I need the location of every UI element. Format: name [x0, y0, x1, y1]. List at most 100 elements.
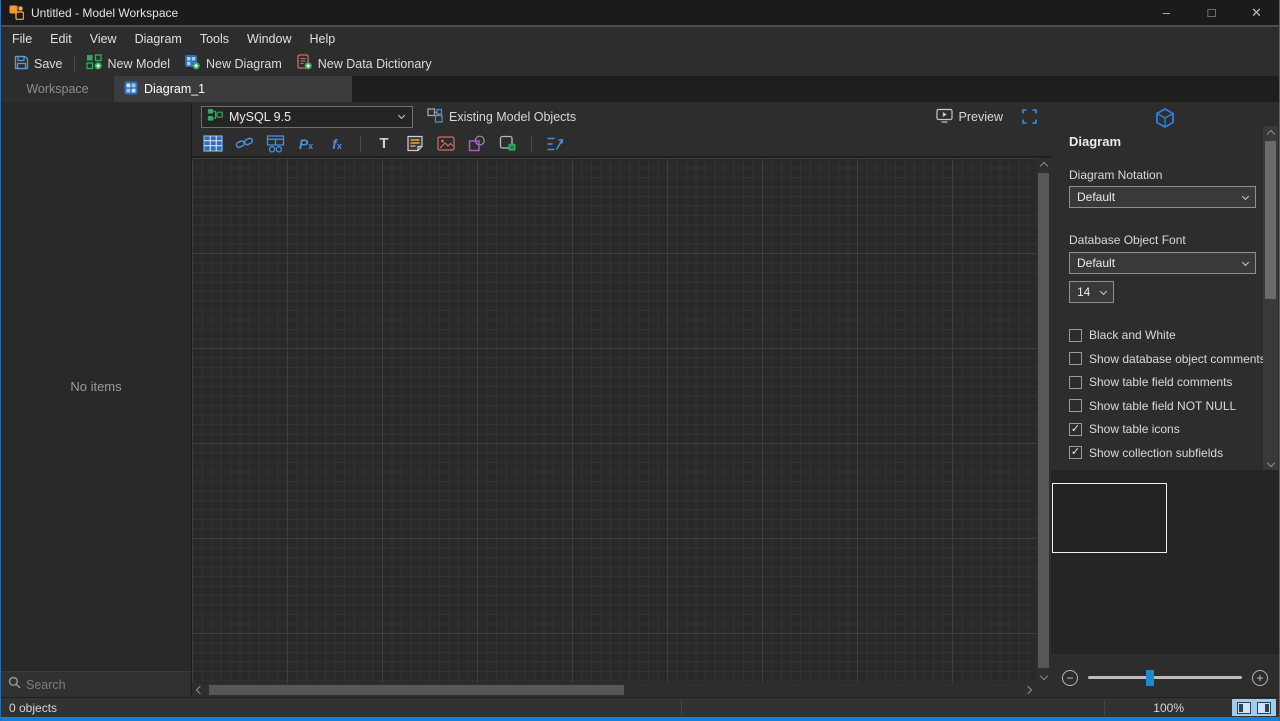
properties-panel: Diagram Diagram Notation Default Databas… — [1051, 102, 1279, 697]
menu-help[interactable]: Help — [300, 27, 344, 51]
diagram-notation-value: Default — [1077, 190, 1116, 204]
overview-minimap[interactable] — [1051, 470, 1279, 654]
diagram-canvas[interactable] — [192, 158, 1036, 683]
checkbox-box[interactable] — [1069, 375, 1082, 389]
preview-label: Preview — [958, 109, 1003, 124]
minimap-viewport[interactable] — [1052, 483, 1167, 553]
checkbox-black-and-white[interactable]: Black and White — [1069, 328, 1266, 342]
save-button[interactable]: Save — [7, 53, 70, 75]
vertical-scrollbar[interactable] — [1036, 158, 1051, 683]
chevron-down-icon — [1241, 192, 1250, 200]
font-size-select[interactable]: 14 — [1069, 281, 1114, 303]
menu-edit[interactable]: Edit — [41, 27, 81, 51]
menu-diagram[interactable]: Diagram — [126, 27, 191, 51]
object-font-select[interactable]: Default — [1069, 252, 1256, 274]
tab-diagram-1[interactable]: Diagram_1 — [114, 76, 352, 102]
status-bar: 0 objects 100% — [1, 697, 1279, 717]
model-type-icon — [207, 108, 223, 125]
new-table-tool-button[interactable] — [201, 133, 225, 155]
new-layer-tool-button[interactable] — [496, 133, 520, 155]
scroll-down-arrow[interactable] — [1037, 670, 1051, 683]
menu-tools[interactable]: Tools — [191, 27, 238, 51]
new-model-icon — [85, 54, 103, 73]
panel-scroll-down-arrow[interactable] — [1264, 457, 1278, 470]
title-bar: Untitled - Model Workspace – □ ✕ — [1, 0, 1279, 25]
checkbox-show-db-object-comments[interactable]: Show database object comments — [1069, 352, 1266, 366]
toolbar-separator — [73, 55, 75, 72]
main-area: No items MySQL 9.5 Existing Model Object… — [1, 102, 1279, 697]
new-note-tool-button[interactable] — [403, 133, 427, 155]
checkbox-show-table-icons[interactable]: Show table icons — [1069, 422, 1266, 436]
checkbox-box[interactable] — [1069, 399, 1082, 412]
fullscreen-button[interactable] — [1017, 106, 1041, 128]
zoom-slider-thumb[interactable] — [1145, 669, 1154, 686]
toggle-left-panel-button[interactable] — [1237, 701, 1251, 714]
panel-scrollbar[interactable] — [1263, 126, 1278, 470]
new-label-tool-button[interactable]: T — [372, 133, 396, 155]
checkbox-show-table-field-not-null[interactable]: Show table field NOT NULL — [1069, 399, 1266, 413]
menu-window[interactable]: Window — [238, 27, 300, 51]
new-image-tool-button[interactable] — [434, 133, 458, 155]
auto-layout-button[interactable] — [543, 133, 567, 155]
model-workspace-window: Untitled - Model Workspace – □ ✕ File Ed… — [0, 0, 1280, 721]
display-options-list: Black and White Show database object com… — [1069, 328, 1266, 460]
panel-toggle-group — [1232, 699, 1276, 716]
existing-model-objects-button[interactable]: Existing Model Objects — [427, 107, 576, 126]
procedure-icon: P — [298, 135, 309, 152]
new-view-tool-button[interactable] — [263, 133, 287, 155]
menu-file[interactable]: File — [3, 27, 41, 51]
new-model-button[interactable]: New Model — [79, 53, 178, 75]
scroll-up-arrow[interactable] — [1037, 158, 1051, 171]
new-procedure-tool-button[interactable]: Px — [294, 133, 318, 155]
horizontal-scrollbar[interactable] — [192, 683, 1036, 697]
existing-model-objects-icon — [427, 107, 443, 126]
zoom-in-button[interactable]: + — [1252, 669, 1268, 686]
scroll-left-arrow[interactable] — [192, 684, 206, 697]
minimize-button[interactable]: – — [1144, 0, 1189, 25]
new-function-tool-button[interactable]: fx — [325, 133, 349, 155]
preview-icon — [935, 108, 953, 126]
scroll-right-arrow[interactable] — [1022, 684, 1036, 697]
diagram-toolbar-top: MySQL 9.5 Existing Model Objects Preview — [192, 102, 1051, 131]
zoom-slider[interactable] — [1088, 669, 1242, 686]
font-size-value: 14 — [1077, 285, 1091, 299]
new-shape-tool-button[interactable] — [465, 133, 489, 155]
checkbox-box[interactable] — [1069, 352, 1082, 365]
toggle-right-panel-button[interactable] — [1257, 701, 1271, 714]
panel-scrollbar-thumb[interactable] — [1265, 141, 1276, 299]
close-button[interactable]: ✕ — [1234, 0, 1279, 25]
scrollbar-corner — [1036, 683, 1051, 697]
checkbox-box[interactable] — [1069, 446, 1082, 459]
window-title: Untitled - Model Workspace — [31, 5, 179, 20]
new-diagram-icon — [184, 54, 201, 73]
vertical-scrollbar-thumb[interactable] — [1038, 173, 1049, 668]
zoom-control: − + — [1051, 658, 1279, 697]
horizontal-scrollbar-thumb[interactable] — [209, 685, 624, 695]
database-version-value: MySQL 9.5 — [229, 109, 292, 124]
checkbox-show-table-field-comments[interactable]: Show table field comments — [1069, 375, 1266, 389]
search-box[interactable] — [1, 671, 191, 697]
database-version-select[interactable]: MySQL 9.5 — [201, 105, 413, 128]
diagram-notation-select[interactable]: Default — [1069, 186, 1256, 208]
tab-workspace[interactable]: Workspace — [1, 76, 114, 102]
new-data-dictionary-button[interactable]: New Data Dictionary — [289, 53, 439, 75]
maximize-button[interactable]: □ — [1189, 0, 1234, 25]
new-diagram-label: New Diagram — [206, 56, 282, 71]
new-foreign-key-tool-button[interactable] — [232, 133, 256, 155]
zoom-out-button[interactable]: − — [1062, 669, 1078, 686]
new-diagram-button[interactable]: New Diagram — [177, 53, 289, 75]
checkbox-label: Show database object comments — [1089, 351, 1266, 366]
menu-view[interactable]: View — [81, 27, 126, 51]
panel-title: Diagram — [1069, 134, 1122, 149]
checkbox-show-collection-subfields[interactable]: Show collection subfields — [1069, 446, 1266, 460]
checkbox-box[interactable] — [1069, 328, 1082, 342]
chevron-down-icon — [1099, 287, 1108, 295]
search-icon — [8, 676, 21, 694]
search-input[interactable] — [26, 677, 187, 692]
chevron-down-icon — [1241, 258, 1250, 266]
panel-scroll-up-arrow[interactable] — [1264, 126, 1278, 139]
preview-button[interactable]: Preview — [935, 108, 1003, 126]
new-data-dictionary-icon — [296, 54, 313, 73]
tab-workspace-label: Workspace — [26, 82, 89, 96]
checkbox-box[interactable] — [1069, 422, 1082, 436]
